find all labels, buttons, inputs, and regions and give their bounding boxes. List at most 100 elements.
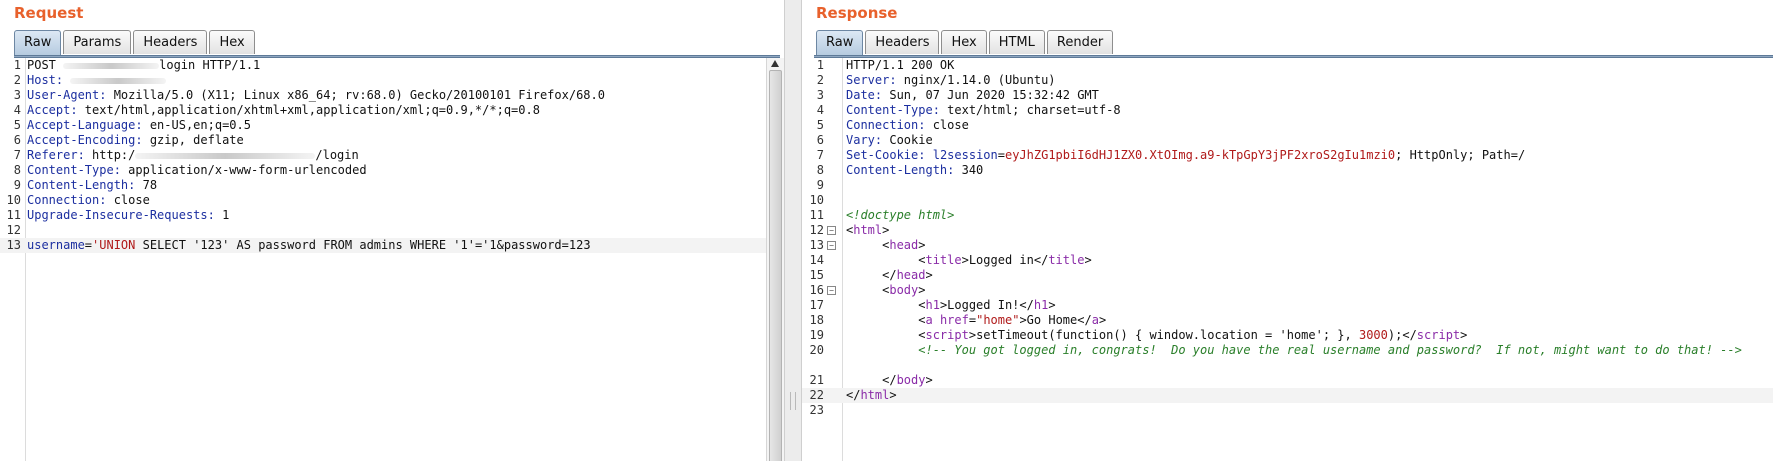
response-title: Response bbox=[816, 4, 898, 22]
line-text: <script>setTimeout(function() { window.l… bbox=[846, 328, 1769, 343]
token: </ bbox=[846, 268, 897, 282]
line-number: 19 bbox=[809, 328, 824, 342]
token: a bbox=[925, 313, 933, 327]
code-line: 1 POST login HTTP/1.1 bbox=[0, 58, 766, 73]
token: <!-- You got logged in, congrats! Do you… bbox=[846, 343, 1742, 357]
code-line: 11 Upgrade-Insecure-Requests: 1 bbox=[0, 208, 766, 223]
tab-raw[interactable]: Raw bbox=[816, 30, 864, 55]
splitter-grip-icon[interactable] bbox=[790, 392, 796, 410]
token: Accept: bbox=[27, 103, 78, 117]
token: Date: bbox=[846, 88, 883, 102]
line-number: 10 bbox=[809, 193, 824, 207]
line-number: 22 bbox=[809, 388, 824, 402]
line-text: </html> bbox=[846, 388, 1769, 403]
token: html bbox=[853, 223, 883, 237]
token: > bbox=[1084, 253, 1092, 267]
code-line: 5 Accept-Language: en-US,en;q=0.5 bbox=[0, 118, 766, 133]
token: Accept-Encoding: bbox=[27, 133, 143, 147]
code-line: 12 bbox=[0, 223, 766, 238]
tab-hex[interactable]: Hex bbox=[209, 30, 255, 54]
token: HTTP/1.1 200 OK bbox=[846, 58, 955, 72]
fold-toggle-icon[interactable]: − bbox=[827, 241, 836, 250]
token: a bbox=[1091, 313, 1099, 327]
line-number: 6 bbox=[816, 133, 824, 147]
token: ; HttpOnly; Path=/ bbox=[1395, 148, 1526, 162]
tab-headers[interactable]: Headers bbox=[133, 30, 208, 54]
line-number: 7 bbox=[13, 148, 21, 162]
code-line: 8 Content-Length: 340 bbox=[802, 163, 1773, 178]
token: en-US,en;q=0.5 bbox=[142, 118, 251, 132]
token: title bbox=[925, 253, 962, 267]
line-text: Content-Type: text/html; charset=utf-8 bbox=[846, 103, 1769, 118]
scroll-up-arrow-icon[interactable] bbox=[771, 60, 779, 67]
code-line: 6 Vary: Cookie bbox=[802, 133, 1773, 148]
fold-toggle-icon[interactable]: − bbox=[827, 286, 836, 295]
line-text: Upgrade-Insecure-Requests: 1 bbox=[27, 208, 762, 223]
line-number: 16 bbox=[809, 283, 824, 297]
line-number: 5 bbox=[13, 118, 21, 132]
redacted-text bbox=[63, 62, 160, 69]
token: = bbox=[84, 238, 93, 252]
request-scroll-thumb[interactable] bbox=[769, 70, 782, 461]
line-number: 6 bbox=[13, 133, 21, 147]
line-text: Connection: close bbox=[846, 118, 1769, 133]
code-line: 9 bbox=[802, 178, 1773, 193]
token: head bbox=[896, 268, 926, 282]
token: html bbox=[860, 388, 890, 402]
line-number: 11 bbox=[6, 208, 21, 222]
line-number: 18 bbox=[809, 313, 824, 327]
token: Mozilla/5.0 (X11; Linux x86_64; rv:68.0)… bbox=[106, 88, 605, 102]
request-editor[interactable]: 1 POST login HTTP/1.1 2 Host: 3 User-Agent: … bbox=[0, 58, 784, 461]
tab-html[interactable]: HTML bbox=[988, 30, 1045, 54]
token: Connection: bbox=[27, 193, 107, 207]
token: <!doctype html> bbox=[846, 208, 955, 222]
code-line: 7 Set-Cookie: l2session=eyJhZG1pbiI6dHJ1Z… bbox=[802, 148, 1773, 163]
token: body bbox=[889, 283, 919, 297]
token: Sun, 07 Jun 2020 15:32:42 GMT bbox=[882, 88, 1099, 102]
pane-splitter[interactable] bbox=[784, 0, 802, 461]
tab-hex[interactable]: Hex bbox=[941, 30, 987, 54]
code-line: 10 bbox=[802, 193, 1773, 208]
tab-params[interactable]: Params bbox=[63, 30, 132, 54]
request-scrollbar[interactable] bbox=[766, 58, 784, 461]
token: h1 bbox=[1033, 298, 1049, 312]
line-text: Accept: text/html,application/xhtml+xml,… bbox=[27, 103, 762, 118]
code-line: 12− <html> bbox=[802, 223, 1773, 238]
token: >Logged in</ bbox=[961, 253, 1049, 267]
line-number: 12 bbox=[809, 223, 824, 237]
line-text: <body> bbox=[846, 283, 1769, 298]
code-line: 16− <body> bbox=[802, 283, 1773, 298]
line-text: <head> bbox=[846, 238, 1769, 253]
code-line: 23 bbox=[802, 403, 1773, 418]
token: 78 bbox=[135, 178, 158, 192]
code-line: 2 Host: bbox=[0, 73, 766, 88]
line-text: Content-Length: 78 bbox=[27, 178, 762, 193]
token: application/x-www-form-urlencoded bbox=[120, 163, 367, 177]
line-text: Accept-Language: en-US,en;q=0.5 bbox=[27, 118, 762, 133]
code-line: 8 Content-Type: application/x-www-form-ur… bbox=[0, 163, 766, 178]
tab-headers[interactable]: Headers bbox=[865, 30, 940, 54]
code-line: 14 <title>Logged in</title> bbox=[802, 253, 1773, 268]
code-line: 21 </body> bbox=[802, 373, 1773, 388]
line-number: 13 bbox=[809, 238, 824, 252]
token: > bbox=[882, 223, 890, 237]
tab-render[interactable]: Render bbox=[1046, 30, 1114, 54]
token: Connection: bbox=[846, 118, 926, 132]
line-number: 3 bbox=[816, 88, 824, 102]
fold-toggle-icon[interactable]: − bbox=[827, 226, 836, 235]
token: = bbox=[997, 148, 1005, 162]
response-editor[interactable]: 1 HTTP/1.1 200 OK 2 Server: nginx/1.14.0 (U… bbox=[802, 58, 1773, 461]
line-number: 1 bbox=[13, 58, 21, 72]
code-line: 18 <a href="home">Go Home</a> bbox=[802, 313, 1773, 328]
token: text/html,application/xhtml+xml,applicat… bbox=[77, 103, 540, 117]
tab-raw[interactable]: Raw bbox=[14, 30, 62, 55]
line-text: Host: bbox=[27, 73, 762, 88]
token: > bbox=[925, 268, 933, 282]
line-number: 8 bbox=[13, 163, 21, 177]
token: script bbox=[925, 328, 969, 342]
line-text: <h1>Logged In!</h1> bbox=[846, 298, 1769, 313]
token: script bbox=[1416, 328, 1461, 342]
line-text: <title>Logged in</title> bbox=[846, 253, 1769, 268]
token: < bbox=[846, 313, 926, 327]
